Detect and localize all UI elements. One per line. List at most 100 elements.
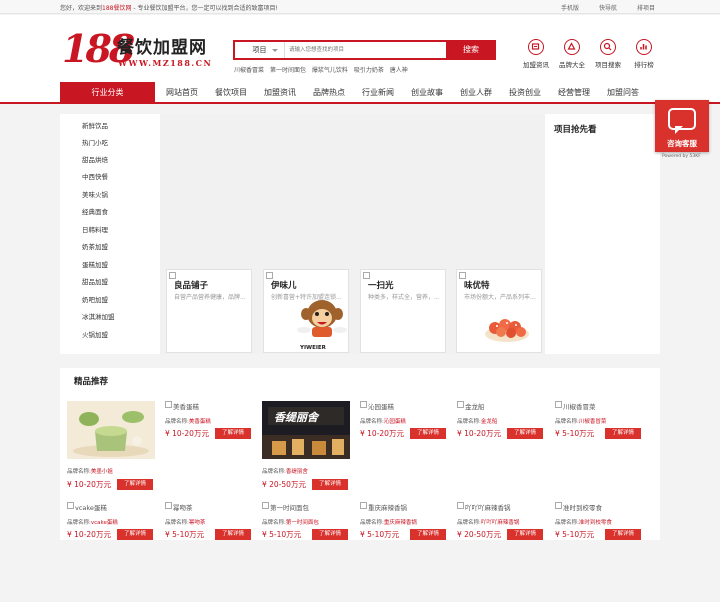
hot-keyword[interactable]: 第一时间面包: [270, 67, 306, 74]
header-link-brands[interactable]: 品牌大全: [557, 39, 587, 69]
product-item[interactable]: 沁园蛋糕 品牌名称:沁园蛋糕 ¥ 10-20万元 了解详情: [360, 401, 450, 501]
consult-service-button[interactable]: 咨询客服: [655, 100, 709, 152]
featured-section: 精品推荐 品牌名称:美墨小姐 ¥ 10-20万元 了解详情 美香蛋糕 品牌名称:…: [60, 368, 660, 540]
broken-image-icon: [262, 502, 269, 509]
category-item[interactable]: 奶吧加盟: [82, 294, 108, 304]
category-item[interactable]: 新鲜饮品: [82, 120, 108, 130]
broken-image-icon: [555, 401, 562, 408]
hot-keyword[interactable]: 吸引力奶茶: [354, 67, 384, 74]
product-item[interactable]: 幂吻茶 品牌名称:幂吻茶 ¥ 5-10万元 了解详情: [165, 502, 255, 602]
learn-more-button[interactable]: 了解详情: [410, 428, 446, 439]
powered-by-text: Powered by 53KF: [662, 154, 701, 159]
nav-item-news[interactable]: 加盟资讯: [264, 82, 296, 104]
mascot-brand-text: YIWEIER: [300, 345, 326, 351]
hot-keyword[interactable]: 川椒香冒菜: [234, 67, 264, 74]
nav-item-stories[interactable]: 创业故事: [411, 82, 443, 104]
top-bar: 您好，欢迎来到188餐饮网 - 专业餐饮加盟平台，您一定可以找到合适的致富项目!…: [0, 0, 720, 14]
learn-more-button[interactable]: 了解详情: [605, 428, 641, 439]
nav-item-management[interactable]: 经营管理: [558, 82, 590, 104]
category-item[interactable]: 蛋糕加盟: [82, 259, 108, 269]
broken-image-icon: [360, 502, 367, 509]
search-icon: [600, 39, 616, 55]
product-item[interactable]: 川椒香冒菜 品牌名称:川椒香冒菜 ¥ 5-10万元 了解详情: [555, 401, 645, 501]
learn-more-button[interactable]: 了解详情: [215, 529, 251, 540]
header-link-news[interactable]: 加盟资讯: [521, 39, 551, 69]
learn-more-button[interactable]: 了解详情: [507, 529, 543, 540]
product-item[interactable]: 美香蛋糕 品牌名称:美香蛋糕 ¥ 10-20万元 了解详情: [165, 401, 255, 501]
product-item[interactable]: 重庆麻辣香锅 品牌名称:重庆麻辣香锅 ¥ 5-10万元 了解详情: [360, 502, 450, 602]
header-link-ranking[interactable]: 排行榜: [629, 39, 659, 69]
search-button[interactable]: 搜索: [446, 40, 496, 60]
welcome-text: 您好，欢迎来到188餐饮网 - 专业餐饮加盟平台，您一定可以找到合适的致富项目!: [60, 5, 278, 12]
category-item[interactable]: 奶茶加盟: [82, 241, 108, 251]
product-item[interactable]: 第一时间面包 品牌名称:第一时间面包 ¥ 5-10万元 了解详情: [262, 502, 352, 602]
product-item[interactable]: 准时到校零食 品牌名称:准时到校零食 ¥ 5-10万元 了解详情: [555, 502, 645, 602]
news-icon: [528, 39, 544, 55]
learn-more-button[interactable]: 了解详情: [215, 428, 251, 439]
quick-nav-link[interactable]: 快导航: [599, 3, 617, 12]
product-item[interactable]: 吖吖吖麻辣香锅 品牌名称:吖吖吖麻辣香锅 ¥ 20-50万元 了解详情: [457, 502, 547, 602]
broken-image-icon: [169, 272, 176, 279]
banner-card[interactable]: 味优特 市场份额大，产品系列丰...: [456, 269, 542, 353]
main-nav: 行业分类 网站首页 餐饮项目 加盟资讯 品牌热点 行业新闻 创业故事 创业人群 …: [0, 82, 720, 104]
header-link-search[interactable]: 项目搜索: [593, 39, 623, 69]
category-item[interactable]: 火锅加盟: [82, 329, 108, 339]
category-menu-button[interactable]: 行业分类: [60, 82, 155, 104]
hot-keyword[interactable]: 爆浆气儿饮料: [312, 67, 348, 74]
chat-icon: [668, 108, 696, 134]
brand-icon: [564, 39, 580, 55]
product-item[interactable]: 香缇丽舍 品牌名称:香缇丽舍 ¥ 20-50万元 了解详情: [262, 401, 352, 501]
learn-more-button[interactable]: 了解详情: [507, 428, 543, 439]
broken-image-icon: [555, 502, 562, 509]
nav-item-industry[interactable]: 行业新闻: [362, 82, 394, 104]
search-box: 项目 搜索: [233, 40, 496, 60]
project-preview-title: 项目抢先看: [554, 125, 597, 135]
product-image: [67, 401, 155, 459]
category-sidebar: 新鲜饮品 热门小吃 甜品烘焙 中西快餐 美味火锅 经典面食 日韩料理 奶茶加盟 …: [60, 114, 160, 354]
category-item[interactable]: 甜品加盟: [82, 276, 108, 286]
hot-keywords: 川椒香冒菜 第一时间面包 爆浆气儿饮料 吸引力奶茶 唐人神: [234, 65, 412, 74]
nav-item-qa[interactable]: 加盟问答: [607, 82, 639, 104]
category-item[interactable]: 经典面食: [82, 206, 108, 216]
category-item[interactable]: 美味火锅: [82, 189, 108, 199]
nav-item-brand-hot[interactable]: 品牌热点: [313, 82, 345, 104]
category-item[interactable]: 甜品烘焙: [82, 154, 108, 164]
learn-more-button[interactable]: 了解详情: [312, 529, 348, 540]
category-item[interactable]: 冰淇淋加盟: [82, 311, 115, 321]
nav-item-home[interactable]: 网站首页: [166, 82, 198, 104]
nav-item-projects[interactable]: 餐饮项目: [215, 82, 247, 104]
learn-more-button[interactable]: 了解详情: [117, 529, 153, 540]
mobile-link[interactable]: 手机版: [561, 3, 579, 12]
learn-more-button[interactable]: 了解详情: [117, 479, 153, 490]
learn-more-button[interactable]: 了解详情: [312, 479, 348, 490]
ranking-icon: [636, 39, 652, 55]
category-item[interactable]: 热门小吃: [82, 137, 108, 147]
nav-item-groups[interactable]: 创业人群: [460, 82, 492, 104]
banner-card[interactable]: 良品铺子 自营产品营养健康，品牌...: [166, 269, 252, 353]
project-preview-panel: 项目抢先看: [545, 114, 660, 354]
search-input[interactable]: [289, 44, 439, 56]
broken-image-icon: [457, 502, 464, 509]
search-category-select[interactable]: 项目: [235, 42, 285, 58]
learn-more-button[interactable]: 了解详情: [410, 529, 446, 540]
category-item[interactable]: 中西快餐: [82, 171, 108, 181]
broken-image-icon: [165, 401, 172, 408]
broken-image-icon: [363, 272, 370, 279]
hot-keyword[interactable]: 唐人神: [390, 67, 408, 74]
banner-card[interactable]: 伊味儿 创新喜营+特许加盟连锁... YIWEIER: [263, 269, 349, 353]
product-item[interactable]: vcake蛋糕 品牌名称:vcake蛋糕 ¥ 10-20万元 了解详情: [67, 502, 157, 602]
learn-more-button[interactable]: 了解详情: [605, 529, 641, 540]
broken-image-icon: [67, 502, 74, 509]
featured-title: 精品推荐: [74, 377, 109, 387]
broken-image-icon: [457, 401, 464, 408]
site-logo[interactable]: 188 餐饮加盟网 WWW.MZ188.CN: [62, 27, 212, 77]
header: 188 餐饮加盟网 WWW.MZ188.CN 项目 搜索 川椒香冒菜 第一时间面…: [0, 15, 720, 82]
product-item[interactable]: 品牌名称:美墨小姐 ¥ 10-20万元 了解详情: [67, 401, 157, 501]
project-rank-link[interactable]: 排项目: [637, 3, 655, 12]
product-item[interactable]: 金龙船 品牌名称:金龙船 ¥ 10-20万元 了解详情: [457, 401, 547, 501]
category-item[interactable]: 日韩料理: [82, 224, 108, 234]
banner-card[interactable]: 一扫光 种类多，样式全，营养，...: [360, 269, 446, 353]
welcome-site-link[interactable]: 188餐饮网: [102, 5, 131, 12]
nav-item-invest[interactable]: 投资创业: [509, 82, 541, 104]
store-sign-text: 香缇丽舍: [274, 411, 318, 424]
